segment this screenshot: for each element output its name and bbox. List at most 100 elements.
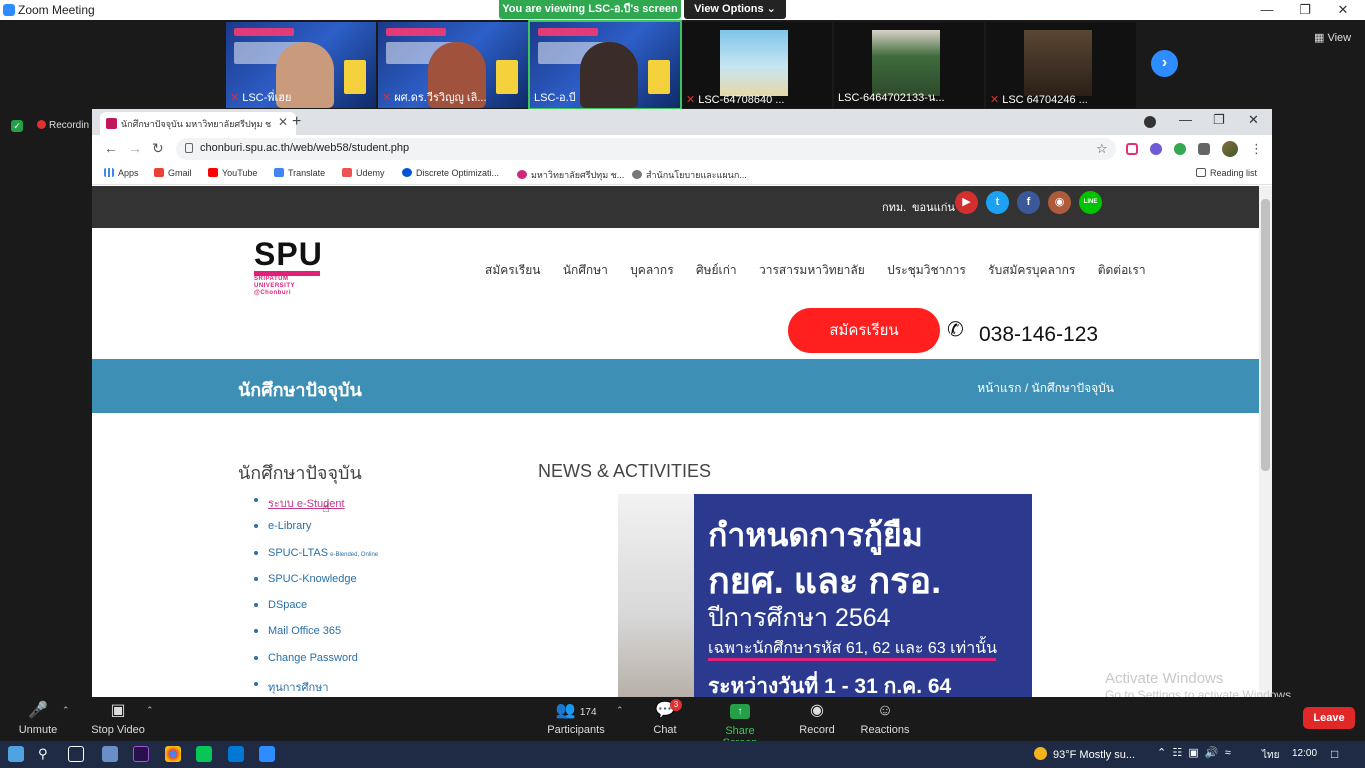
audio-options-icon[interactable]: ⌃: [62, 705, 70, 716]
recording-indicator[interactable]: Recordin: [37, 120, 89, 131]
news-image[interactable]: กำหนดการกู้ยืม กยศ. และ กรอ. ปีการศึกษา …: [618, 494, 1032, 697]
sidebar-link-ltas[interactable]: SPUC-LTAS e-Blended, Online: [254, 547, 378, 573]
app-icon[interactable]: [228, 746, 244, 762]
reactions-button[interactable]: ☺ Reactions: [860, 701, 910, 736]
more-menu-icon[interactable]: ⋮: [1250, 141, 1263, 157]
view-options-button[interactable]: View Options ⌄: [684, 0, 786, 19]
participant-tile[interactable]: ✕ LSC 64704246 ...: [986, 22, 1136, 108]
notifications-icon[interactable]: □: [1331, 747, 1338, 761]
nav-item-conference[interactable]: ประชุมวิชาการ: [887, 263, 966, 277]
app-icon[interactable]: [102, 746, 118, 762]
globe-icon: [632, 170, 642, 179]
participant-tile-active[interactable]: LSC-อ.บี: [528, 20, 682, 110]
weather-widget[interactable]: 93°F Mostly su...: [1034, 747, 1135, 761]
video-options-icon[interactable]: ⌃: [146, 705, 154, 716]
premiere-icon[interactable]: [133, 746, 149, 762]
view-toggle-button[interactable]: ▦ View: [1314, 31, 1351, 44]
gallery-next-button[interactable]: ›: [1151, 50, 1178, 77]
chrome-minimize-icon[interactable]: —: [1179, 112, 1192, 127]
spu-logo[interactable]: SPU SRIPATUM UNIVERSITY @Chonburi: [254, 238, 323, 297]
volume-icon[interactable]: 🔊: [1205, 747, 1219, 759]
tab-search-icon[interactable]: [1144, 116, 1156, 128]
chrome-close-icon[interactable]: ✕: [1248, 112, 1259, 128]
network-icon[interactable]: ☷: [1172, 747, 1182, 759]
tab-close-icon[interactable]: ✕: [278, 115, 288, 129]
shield-icon[interactable]: ✓: [11, 120, 23, 132]
profile-avatar[interactable]: [1222, 141, 1238, 157]
participant-tile[interactable]: ✕ ผศ.ดร.วีรวิญญู เลิ...: [378, 22, 528, 108]
sidebar-link-e-library[interactable]: e-Library: [254, 520, 378, 546]
browser-tab[interactable]: นักศึกษาปัจจุบัน มหาวิทยาลัยศรีปทุม ช: [100, 112, 296, 135]
bookmark-udemy[interactable]: Udemy: [342, 168, 385, 178]
nav-item-staff[interactable]: บุคลากร: [630, 263, 673, 277]
pocket-extension-icon[interactable]: [1126, 143, 1138, 155]
puzzle-icon[interactable]: [1198, 143, 1210, 155]
participants-options-icon[interactable]: ⌃: [616, 705, 624, 716]
zoom-taskbar-icon[interactable]: [259, 746, 275, 762]
task-view-icon[interactable]: [68, 746, 84, 762]
forward-icon[interactable]: →: [128, 140, 142, 156]
clock[interactable]: 12:00: [1292, 748, 1317, 759]
stop-video-button[interactable]: ▣ Stop Video: [90, 701, 146, 736]
search-icon[interactable]: ⚲: [38, 746, 54, 762]
reload-icon[interactable]: ↻: [152, 140, 164, 157]
nav-item-apply[interactable]: สมัครเรียน: [485, 263, 541, 277]
line-app-icon[interactable]: [196, 746, 212, 762]
bookmark-policy[interactable]: สำนักนโยบายและแผนก...: [632, 168, 747, 182]
nav-item-careers[interactable]: รับสมัครบุคลากร: [988, 263, 1075, 277]
sidebar-link-mail[interactable]: Mail Office 365: [254, 625, 378, 651]
breadcrumb[interactable]: หน้าแรก / นักศึกษาปัจจุบัน: [977, 379, 1114, 398]
leave-button[interactable]: Leave: [1303, 707, 1355, 729]
close-icon[interactable]: ✕: [1328, 1, 1358, 19]
chrome-restore-icon[interactable]: ❐: [1213, 112, 1225, 128]
participant-tile[interactable]: ✕ LSC-64708640 ...: [682, 22, 832, 108]
participant-tile[interactable]: LSC-6464702133-น...: [834, 22, 984, 108]
participant-tile[interactable]: ✕ LSC-พี่เฮย: [226, 22, 376, 108]
bookmark-youtube[interactable]: YouTube: [208, 168, 257, 178]
extension-icon[interactable]: [1174, 143, 1186, 155]
reading-list-button[interactable]: Reading list: [1196, 168, 1257, 178]
windows-start-icon[interactable]: [8, 746, 24, 762]
bookmark-translate[interactable]: Translate: [274, 168, 325, 178]
chrome-icon[interactable]: [165, 746, 181, 762]
sidebar-link-dspace[interactable]: DSpace: [254, 599, 378, 625]
participant-name: LSC-64708640 ...: [698, 94, 785, 106]
sidebar-link-change-password[interactable]: Change Password: [254, 652, 378, 678]
line-icon[interactable]: LINE: [1079, 191, 1102, 214]
record-button[interactable]: ◉ Record: [798, 701, 836, 736]
instagram-icon[interactable]: ◉: [1048, 191, 1071, 214]
extension-icon[interactable]: [1150, 143, 1162, 155]
nav-item-contact[interactable]: ติดต่อเรา: [1098, 263, 1146, 277]
nav-item-students[interactable]: นักศึกษา: [563, 263, 608, 277]
apply-button[interactable]: สมัครเรียน: [788, 308, 940, 353]
participants-button[interactable]: 👥 174 Participants: [546, 701, 606, 736]
restore-icon[interactable]: ❐: [1290, 1, 1320, 19]
chevron-up-icon[interactable]: ⌃: [1157, 747, 1166, 759]
twitter-icon[interactable]: t: [986, 191, 1009, 214]
sidebar-link-knowledge[interactable]: SPUC-Knowledge: [254, 573, 378, 599]
battery-icon[interactable]: ▣: [1188, 747, 1198, 759]
youtube-icon[interactable]: ▶: [955, 191, 978, 214]
bookmark-spu[interactable]: มหาวิทยาลัยศรีปทุม ช...: [517, 168, 624, 182]
wifi-icon[interactable]: ≈: [1225, 747, 1231, 759]
location-khonkaen-link[interactable]: ขอนแก่น: [912, 198, 955, 216]
facebook-icon[interactable]: f: [1017, 191, 1040, 214]
address-bar[interactable]: chonburi.spu.ac.th/web/web58/student.php: [176, 138, 1116, 160]
new-tab-icon[interactable]: +: [292, 113, 301, 131]
sidebar-link-e-student[interactable]: ระบบ e-Student: [254, 494, 378, 520]
language-indicator[interactable]: ไทย: [1262, 748, 1279, 763]
bookmark-gmail[interactable]: Gmail: [154, 168, 192, 178]
sidebar-link-scholarship[interactable]: ทุนการศึกษา: [254, 678, 378, 697]
translate-icon: [274, 168, 284, 177]
star-icon[interactable]: ☆: [1096, 141, 1108, 157]
bookmark-coursera[interactable]: Discrete Optimizati...: [402, 168, 499, 178]
bookmark-apps[interactable]: Apps: [104, 168, 139, 178]
location-bangkok-link[interactable]: กทม.: [882, 198, 906, 216]
minimize-icon[interactable]: —: [1252, 1, 1282, 19]
nav-item-alumni[interactable]: ศิษย์เก่า: [696, 263, 737, 277]
nav-item-journal[interactable]: วารสารมหาวิทยาลัย: [759, 263, 865, 277]
phone-number[interactable]: 038-146-123: [979, 323, 1098, 347]
unmute-button[interactable]: 🎤 Unmute: [18, 701, 58, 736]
back-icon[interactable]: ←: [104, 140, 118, 156]
scrollbar-thumb[interactable]: [1261, 199, 1270, 471]
